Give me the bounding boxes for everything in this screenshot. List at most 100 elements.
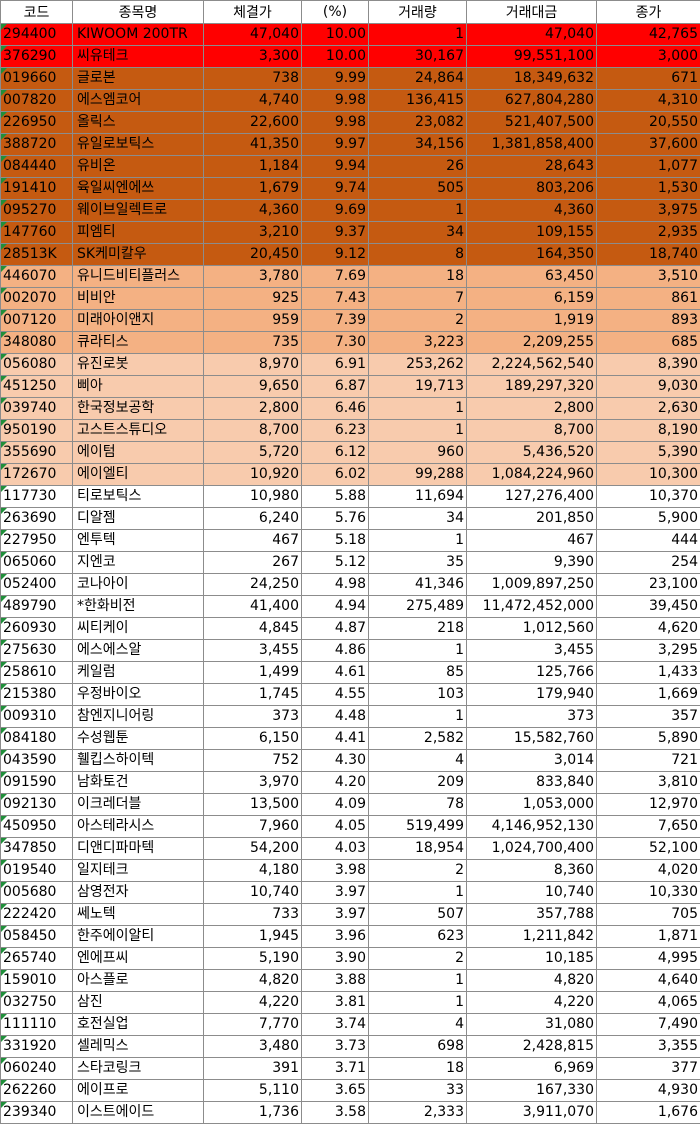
cell-percent[interactable]: 4.48 [302, 706, 369, 728]
cell-code[interactable]: 084180 [1, 728, 73, 750]
cell-code[interactable]: 039740 [1, 398, 73, 420]
cell-volume[interactable]: 1 [369, 992, 467, 1014]
cell-close[interactable]: 721 [597, 750, 700, 772]
table-row[interactable]: 450950아스테라시스7,9604.05519,4994,146,952,13… [1, 816, 700, 838]
cell-name[interactable]: 한국정보공학 [73, 398, 204, 420]
cell-volume[interactable]: 1 [369, 882, 467, 904]
cell-percent[interactable]: 7.43 [302, 288, 369, 310]
cell-amount[interactable]: 63,450 [467, 266, 597, 288]
cell-percent[interactable]: 9.37 [302, 222, 369, 244]
cell-volume[interactable]: 7 [369, 288, 467, 310]
table-row[interactable]: 348080큐라티스7357.303,2232,209,255685 [1, 332, 700, 354]
cell-amount[interactable]: 167,330 [467, 1080, 597, 1102]
cell-name[interactable]: 엔투텍 [73, 530, 204, 552]
cell-code[interactable]: 091590 [1, 772, 73, 794]
cell-percent[interactable]: 7.69 [302, 266, 369, 288]
cell-price[interactable]: 3,780 [204, 266, 302, 288]
table-row[interactable]: 084180수성웹툰6,1504.412,58215,582,7605,890 [1, 728, 700, 750]
table-row[interactable]: 215380우정바이오1,7454.55103179,9401,669 [1, 684, 700, 706]
cell-percent[interactable]: 7.39 [302, 310, 369, 332]
cell-amount[interactable]: 4,360 [467, 200, 597, 222]
cell-price[interactable]: 10,920 [204, 464, 302, 486]
cell-name[interactable]: 글로본 [73, 68, 204, 90]
cell-percent[interactable]: 3.98 [302, 860, 369, 882]
table-row[interactable]: 172670에이엘티10,9206.0299,2881,084,224,9601… [1, 464, 700, 486]
cell-price[interactable]: 41,350 [204, 134, 302, 156]
cell-code[interactable]: 28513K [1, 244, 73, 266]
cell-code[interactable]: 111110 [1, 1014, 73, 1036]
cell-code[interactable]: 005680 [1, 882, 73, 904]
cell-name[interactable]: 엔에프씨 [73, 948, 204, 970]
cell-percent[interactable]: 4.94 [302, 596, 369, 618]
cell-volume[interactable]: 18 [369, 1058, 467, 1080]
cell-percent[interactable]: 4.87 [302, 618, 369, 640]
cell-code[interactable]: 019540 [1, 860, 73, 882]
header-percent[interactable]: (%) [302, 1, 369, 24]
table-row[interactable]: 331920셀레믹스3,4803.736982,428,8153,355 [1, 1036, 700, 1058]
cell-price[interactable]: 22,600 [204, 112, 302, 134]
cell-percent[interactable]: 9.69 [302, 200, 369, 222]
cell-name[interactable]: 미래아이앤지 [73, 310, 204, 332]
cell-price[interactable]: 6,150 [204, 728, 302, 750]
cell-name[interactable]: KIWOOM 200TR [73, 24, 204, 46]
table-row[interactable]: 019660글로본7389.9924,86418,349,632671 [1, 68, 700, 90]
table-row[interactable]: 262260에이프로5,1103.6533167,3304,930 [1, 1080, 700, 1102]
cell-close[interactable]: 10,370 [597, 486, 700, 508]
cell-close[interactable]: 357 [597, 706, 700, 728]
cell-price[interactable]: 1,736 [204, 1102, 302, 1124]
table-row[interactable]: 489790*한화비전41,4004.94275,48911,472,452,0… [1, 596, 700, 618]
cell-percent[interactable]: 6.02 [302, 464, 369, 486]
cell-amount[interactable]: 3,014 [467, 750, 597, 772]
cell-amount[interactable]: 5,436,520 [467, 442, 597, 464]
table-row[interactable]: 388720유일로보틱스41,3509.9734,1561,381,858,40… [1, 134, 700, 156]
cell-name[interactable]: 고스트스튜디오 [73, 420, 204, 442]
table-row[interactable]: 032750삼진4,2203.8114,2204,065 [1, 992, 700, 1014]
cell-code[interactable]: 043590 [1, 750, 73, 772]
cell-price[interactable]: 41,400 [204, 596, 302, 618]
cell-close[interactable]: 4,065 [597, 992, 700, 1014]
cell-name[interactable]: 삼영전자 [73, 882, 204, 904]
cell-volume[interactable]: 218 [369, 618, 467, 640]
cell-code[interactable]: 275630 [1, 640, 73, 662]
cell-code[interactable]: 084440 [1, 156, 73, 178]
cell-percent[interactable]: 3.58 [302, 1102, 369, 1124]
cell-volume[interactable]: 136,415 [369, 90, 467, 112]
cell-amount[interactable]: 1,211,842 [467, 926, 597, 948]
cell-code[interactable]: 258610 [1, 662, 73, 684]
cell-volume[interactable]: 99,288 [369, 464, 467, 486]
cell-name[interactable]: 에이텀 [73, 442, 204, 464]
cell-percent[interactable]: 9.12 [302, 244, 369, 266]
cell-name[interactable]: 쎄노텍 [73, 904, 204, 926]
cell-amount[interactable]: 11,472,452,000 [467, 596, 597, 618]
cell-close[interactable]: 8,190 [597, 420, 700, 442]
cell-percent[interactable]: 4.20 [302, 772, 369, 794]
cell-close[interactable]: 4,620 [597, 618, 700, 640]
cell-price[interactable]: 738 [204, 68, 302, 90]
cell-volume[interactable]: 1 [369, 398, 467, 420]
cell-price[interactable]: 13,500 [204, 794, 302, 816]
cell-close[interactable]: 1,077 [597, 156, 700, 178]
cell-percent[interactable]: 4.30 [302, 750, 369, 772]
cell-volume[interactable]: 19,713 [369, 376, 467, 398]
cell-code[interactable]: 260930 [1, 618, 73, 640]
cell-code[interactable]: 446070 [1, 266, 73, 288]
cell-price[interactable]: 5,190 [204, 948, 302, 970]
cell-code[interactable]: 451250 [1, 376, 73, 398]
cell-close[interactable]: 7,490 [597, 1014, 700, 1036]
cell-name[interactable]: 이크레더블 [73, 794, 204, 816]
cell-percent[interactable]: 9.97 [302, 134, 369, 156]
cell-price[interactable]: 2,800 [204, 398, 302, 420]
cell-percent[interactable]: 3.71 [302, 1058, 369, 1080]
cell-code[interactable]: 159010 [1, 970, 73, 992]
cell-close[interactable]: 1,530 [597, 178, 700, 200]
cell-amount[interactable]: 521,407,500 [467, 112, 597, 134]
cell-percent[interactable]: 9.94 [302, 156, 369, 178]
cell-volume[interactable]: 103 [369, 684, 467, 706]
cell-price[interactable]: 391 [204, 1058, 302, 1080]
cell-percent[interactable]: 9.98 [302, 90, 369, 112]
cell-name[interactable]: 아스테라시스 [73, 816, 204, 838]
table-row[interactable]: 092130이크레더블13,5004.09781,053,00012,970 [1, 794, 700, 816]
cell-code[interactable]: 215380 [1, 684, 73, 706]
cell-code[interactable]: 007120 [1, 310, 73, 332]
header-price[interactable]: 체결가 [204, 1, 302, 24]
